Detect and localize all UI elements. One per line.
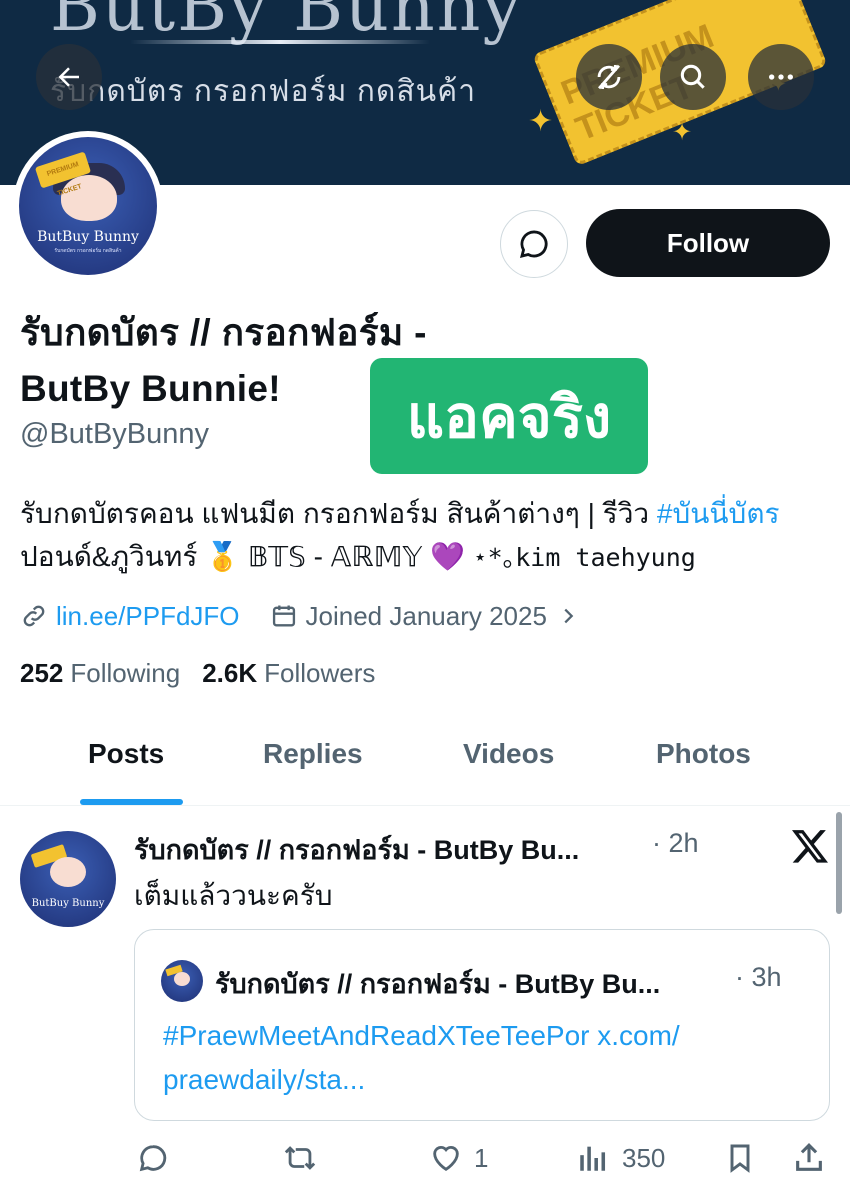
back-arrow-icon: [58, 67, 79, 87]
tab-photos[interactable]: Photos: [656, 738, 751, 770]
quoted-tweet-author: รับกดบัตร // กรอกฟอร์ม - ButBy Bu...: [215, 969, 661, 999]
tweet-avatar-face: [50, 857, 86, 887]
real-account-badge: แอคจริง: [370, 358, 648, 474]
search-button[interactable]: [660, 44, 726, 110]
user-handle: @ButByBunny: [20, 418, 210, 450]
avatar-image: PREMIUM TICKET ButBuy Bunny รับกดบัตร กร…: [19, 137, 157, 275]
following-stat[interactable]: 252 Following: [20, 658, 180, 689]
profile-avatar[interactable]: PREMIUM TICKET ButBuy Bunny รับกดบัตร กร…: [13, 131, 163, 281]
avatar-caption: รับกดบัตร กรอกฟอร์ม กดสินค้า: [54, 248, 122, 254]
more-button[interactable]: [748, 44, 814, 110]
views-button[interactable]: 350: [576, 1138, 665, 1178]
following-count: 252: [20, 658, 64, 688]
bookmark-button[interactable]: [724, 1138, 756, 1178]
profile-meta: lin.ee/PPFdJFO Joined January 2025: [20, 596, 587, 636]
tab-videos[interactable]: Videos: [463, 738, 554, 770]
tab-replies[interactable]: Replies: [263, 738, 363, 770]
tweet-avatar-label: ButBuy Bunny: [31, 898, 105, 909]
bio-text: รับกดบัตรคอน แฟนมีต กรอกฟอร์ม สินค้าต่าง…: [20, 498, 657, 529]
search-icon: [680, 64, 705, 89]
translate-toggle-button[interactable]: [576, 44, 642, 110]
calendar-icon: [270, 602, 298, 630]
quoted-tweet-avatar: [161, 960, 203, 1002]
message-button[interactable]: [500, 210, 568, 278]
quoted-avatar-face: [174, 972, 190, 986]
tweet-timestamp[interactable]: · 2h: [652, 828, 699, 859]
bookmark-icon: [730, 1144, 750, 1173]
views-count: 350: [622, 1142, 666, 1173]
share-button[interactable]: [792, 1138, 826, 1178]
active-tab-indicator: [80, 799, 183, 805]
followers-label: Followers: [264, 658, 376, 688]
chat-bubble-icon: [519, 230, 548, 258]
back-button[interactable]: [36, 44, 102, 110]
more-icon: [769, 74, 793, 80]
chevron-right-icon[interactable]: [557, 605, 579, 627]
bio-text: ปอนด์&ภูวินทร์ 🥇 𝔹𝕋𝕊 - 𝔸ℝ𝕄𝕐 💜: [20, 541, 473, 572]
bio-text: ⋆*｡kim taehyung: [472, 543, 696, 572]
profile-bio: รับกดบัตรคอน แฟนมีต กรอกฟอร์ม สินค้าต่าง…: [20, 492, 830, 579]
profile-tabs: Posts Replies Videos Photos: [0, 720, 850, 806]
tweet-author-name[interactable]: รับกดบัตร // กรอกฟอร์ม - ButBy Bu...: [134, 828, 579, 871]
quoted-tweet-text: #PraewMeetAndReadXTeeTeePor x.com/ praew…: [163, 1014, 803, 1102]
profile-link[interactable]: lin.ee/PPFdJFO: [56, 601, 240, 632]
x-logo-icon: [792, 830, 828, 863]
followers-count: 2.6K: [202, 658, 258, 688]
views-icon: [580, 1146, 606, 1171]
follow-stats: 252 Following 2.6K Followers: [20, 658, 397, 689]
link-icon: [20, 602, 48, 630]
followers-stat[interactable]: 2.6K Followers: [202, 658, 375, 689]
tweet-text: เต็มแล้ววนะครับ: [134, 880, 333, 911]
heart-icon: [433, 1146, 459, 1172]
quoted-tweet-link[interactable]: #PraewMeetAndReadXTeeTeePor x.com/: [163, 1014, 803, 1058]
like-count: 1: [474, 1142, 489, 1173]
repost-button[interactable]: [280, 1138, 320, 1178]
tab-posts[interactable]: Posts: [88, 738, 164, 770]
repost-icon: [284, 1146, 316, 1170]
tweet-avatar[interactable]: ButBuy Bunny: [20, 831, 116, 927]
follow-button[interactable]: Follow: [586, 209, 830, 277]
share-icon: [796, 1143, 822, 1171]
display-name-line1: รับกดบัตร // กรอกฟอร์ม -: [20, 312, 427, 353]
banner-subtitle: รับกดบัตร กรอกฟอร์ม กดสินค้า: [50, 75, 477, 108]
avatar-label: ButBuy Bunny: [37, 229, 139, 245]
reply-button[interactable]: [136, 1138, 170, 1178]
star-icon: ✦: [672, 119, 693, 146]
following-label: Following: [70, 658, 181, 688]
scrollbar[interactable]: [836, 812, 842, 914]
banner-divider: [130, 40, 430, 44]
joined-date: Joined January 2025: [305, 600, 547, 631]
star-icon: ✦: [528, 105, 554, 138]
bio-hashtag-link[interactable]: #บันนี่บัตร: [657, 498, 780, 529]
quoted-tweet-timestamp: · 3h: [735, 962, 782, 992]
quoted-tweet-link[interactable]: praewdaily/sta...: [163, 1058, 803, 1102]
quoted-tweet[interactable]: รับกดบัตร // กรอกฟอร์ม - ButBy Bu... · 3…: [134, 929, 830, 1121]
no-sync-icon: [597, 64, 621, 90]
like-button[interactable]: 1: [428, 1138, 488, 1178]
reply-icon: [139, 1145, 167, 1172]
